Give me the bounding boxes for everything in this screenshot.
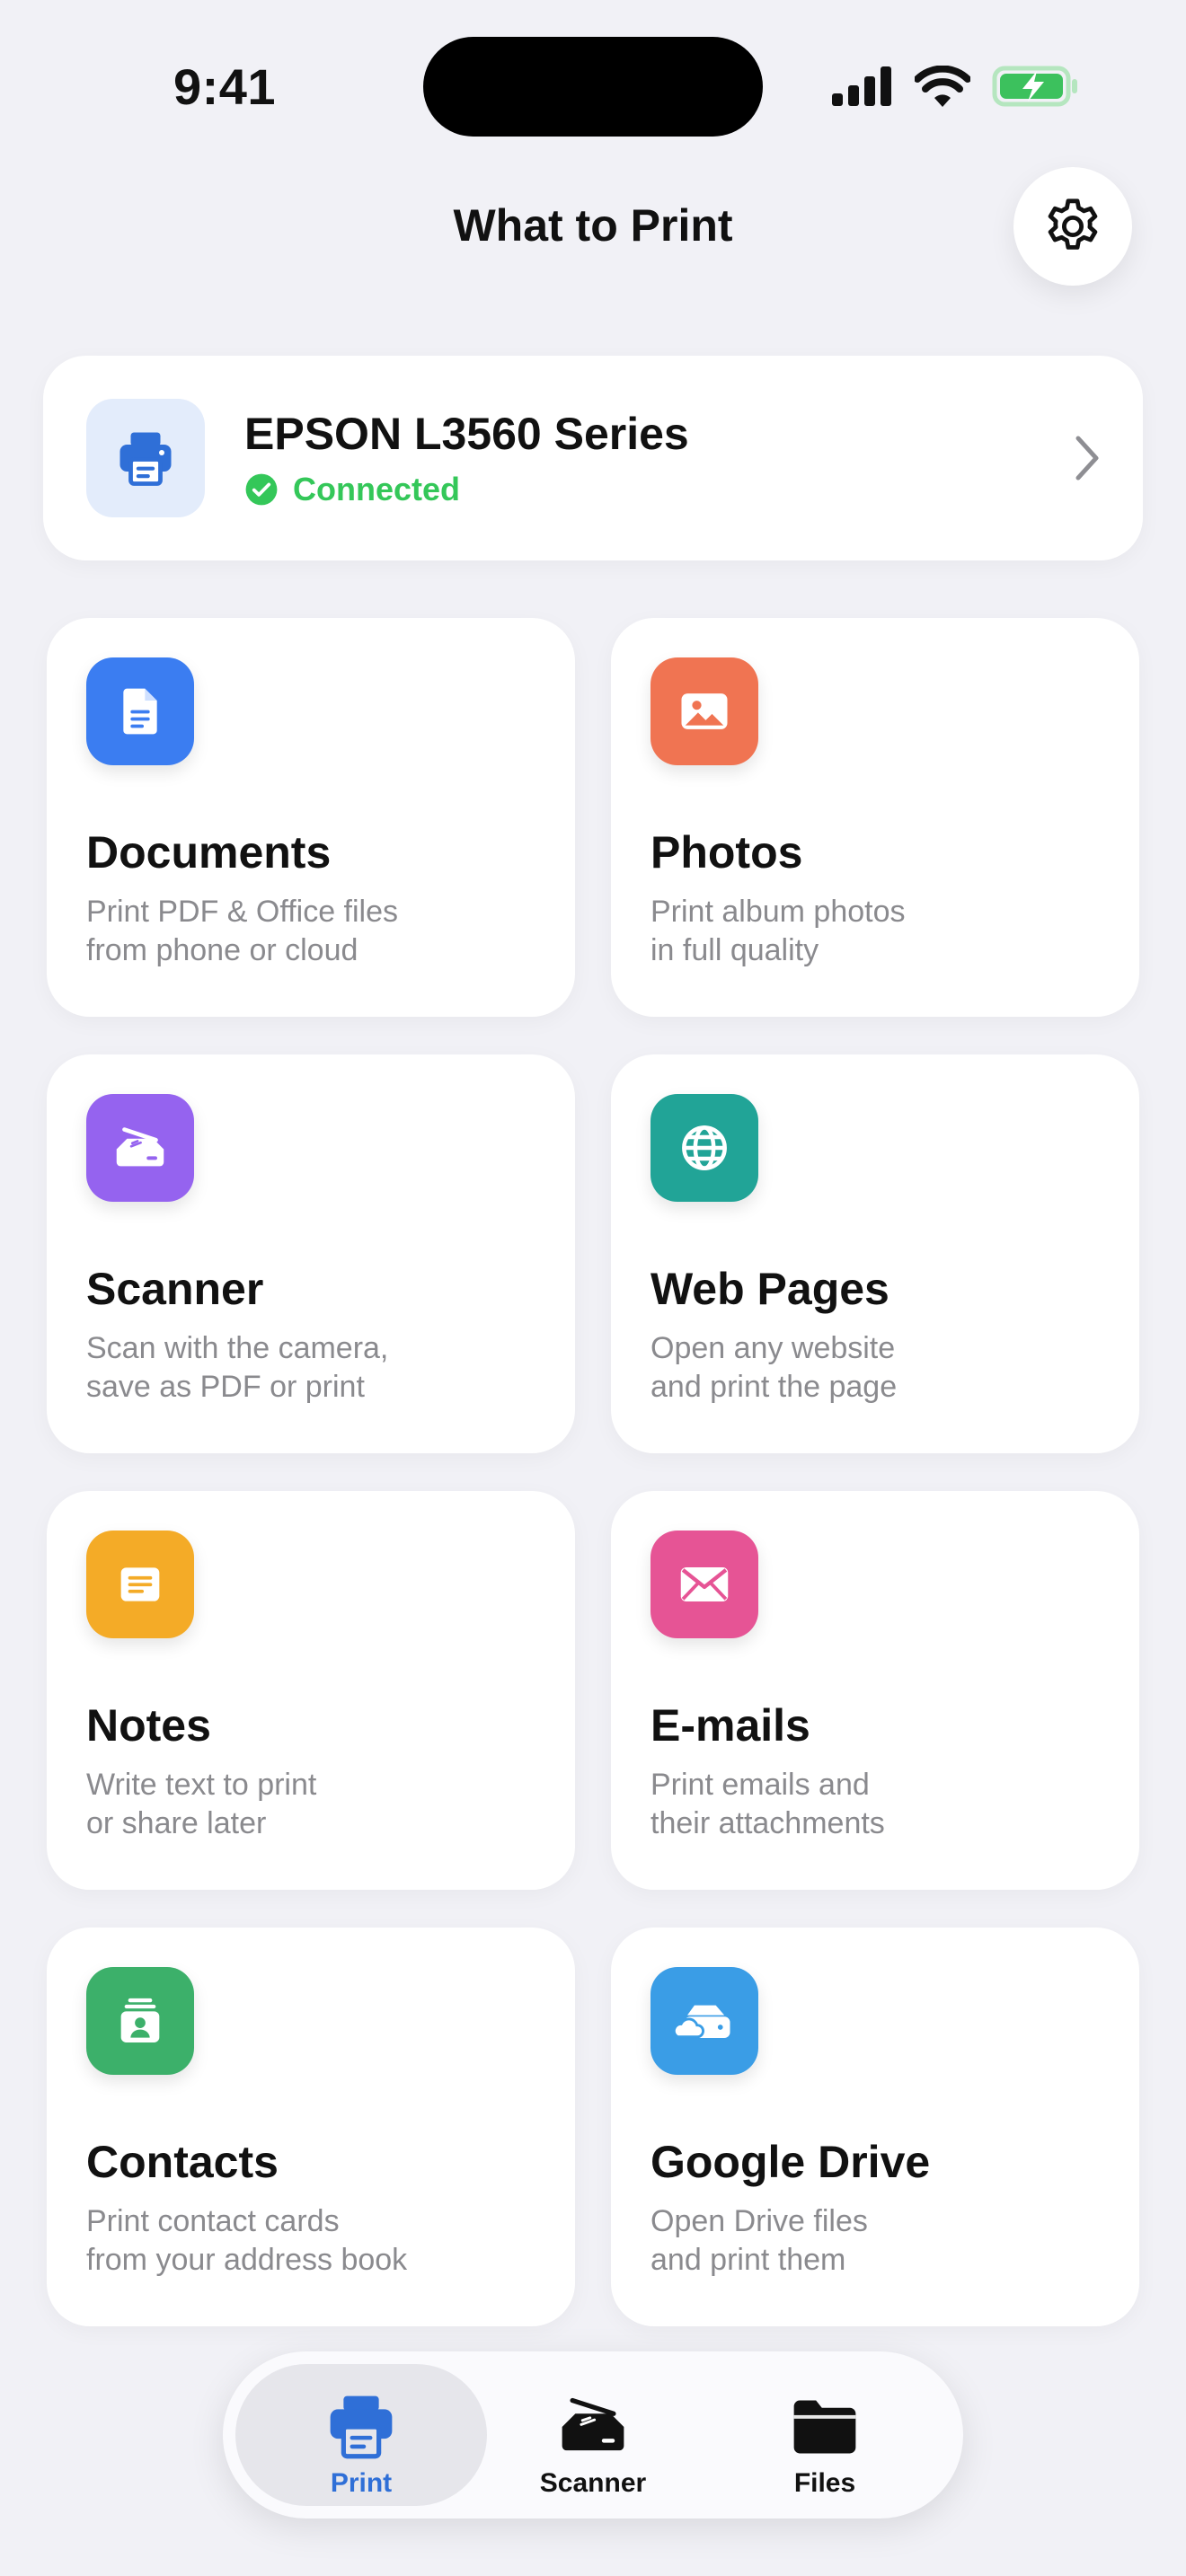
card-description: Write text to print or share later [86, 1768, 317, 1840]
tab-files[interactable]: Files [699, 2364, 951, 2506]
card-description: Open Drive files and print them [651, 2204, 868, 2277]
globe-icon [682, 1125, 727, 1170]
page-title: What to Print [453, 200, 733, 251]
card-icon-tile [651, 1094, 758, 1202]
card-description: Print album photos in full quality [651, 895, 906, 967]
card-emails[interactable]: E-mails Print emails and their attachmen… [611, 1491, 1139, 1890]
printer-icon-tile [86, 399, 205, 517]
card-icon-tile [651, 1531, 758, 1638]
checkmark-circle-icon [245, 473, 278, 506]
tab-label: Scanner [539, 2468, 647, 2498]
card-icon-tile [86, 1094, 194, 1202]
card-description: Print emails and their attachments [651, 1768, 885, 1840]
chevron-right-icon [1075, 436, 1099, 481]
printer-icon [119, 432, 172, 486]
card-title: Notes [86, 1700, 211, 1751]
card-description: Print contact cards from your address bo… [86, 2204, 408, 2277]
scanner-icon [116, 1127, 164, 1167]
card-icon-tile [86, 1967, 194, 2075]
gear-icon [1048, 198, 1098, 250]
tab-scanner[interactable]: Scanner [467, 2364, 719, 2506]
card-title: Google Drive [651, 2137, 931, 2187]
status-time: 9:41 [173, 58, 277, 115]
card-notes[interactable]: Notes Write text to print or share later [47, 1491, 575, 1890]
tab-print[interactable]: Print [235, 2364, 487, 2506]
card-icon-tile [651, 657, 758, 765]
card-google-drive[interactable]: Google Drive Open Drive files and print … [611, 1928, 1139, 2326]
card-title: Web Pages [651, 1264, 890, 1314]
card-contacts[interactable]: Contacts Print contact cards from your a… [47, 1928, 575, 2326]
card-photos[interactable]: Photos Print album photos in full qualit… [611, 618, 1139, 1017]
card-web-pages[interactable]: Web Pages Open any website and print the… [611, 1054, 1139, 1453]
folder-icon [793, 2400, 856, 2454]
card-description: Open any website and print the page [651, 1331, 898, 1404]
document-icon [123, 688, 157, 735]
cloud-drive-icon [672, 2005, 730, 2039]
card-title: Photos [651, 827, 803, 878]
tab-bar: Print Scanner Files [223, 2351, 963, 2519]
card-icon-tile [86, 1531, 194, 1638]
tab-label: Print [330, 2468, 393, 2498]
card-scanner[interactable]: Scanner Scan with the camera, save as PD… [47, 1054, 575, 1453]
status-icons [832, 65, 1078, 108]
battery-charging-icon [992, 66, 1077, 107]
printer-card[interactable]: EPSON L3560 Series Connected [43, 356, 1143, 560]
printer-status: Connected [244, 471, 460, 508]
card-documents[interactable]: Documents Print PDF & Office files from … [47, 618, 575, 1017]
printer-icon [330, 2395, 393, 2459]
dynamic-island [423, 37, 763, 137]
contact-card-icon [120, 1998, 160, 2042]
card-icon-tile [86, 657, 194, 765]
printer-status-label: Connected [293, 471, 461, 507]
what-to-print-screen: 9:41 What to Print EPSON L3560 Series Co… [0, 0, 1186, 2576]
scanner-icon [562, 2397, 624, 2451]
photo-icon [681, 693, 728, 729]
card-description: Scan with the camera, save as PDF or pri… [86, 1331, 389, 1404]
card-title: Documents [86, 827, 332, 878]
card-icon-tile [651, 1967, 758, 2075]
card-title: E-mails [651, 1700, 810, 1751]
wifi-icon [915, 66, 970, 107]
settings-button[interactable] [1013, 167, 1132, 286]
printer-name: EPSON L3560 Series [244, 409, 689, 459]
tab-label: Files [793, 2468, 856, 2498]
card-title: Contacts [86, 2137, 279, 2187]
envelope-icon [680, 1567, 729, 1601]
note-icon [120, 1567, 160, 1601]
card-description: Print PDF & Office files from phone or c… [86, 895, 399, 967]
card-title: Scanner [86, 1264, 264, 1314]
cellular-signal-icon [832, 66, 891, 106]
